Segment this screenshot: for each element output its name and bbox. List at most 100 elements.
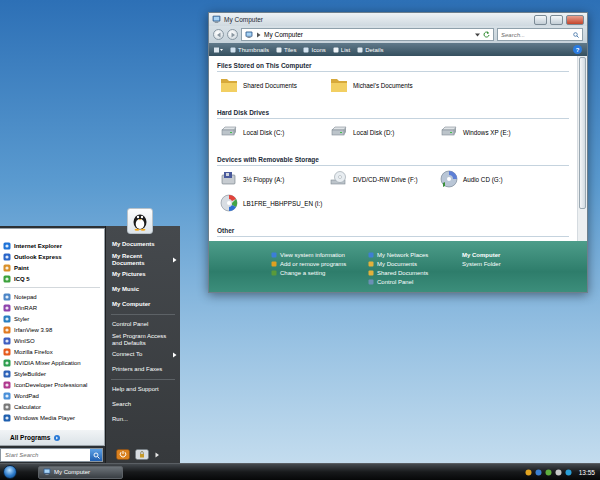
recent-program[interactable]: WinISO xyxy=(0,335,104,346)
task-icon xyxy=(271,270,277,276)
search-placeholder: Search... xyxy=(501,32,573,38)
item-group: Hard Disk DrivesLocal Disk (C:)Local Dis… xyxy=(217,107,569,144)
pinned-program[interactable]: Outlook Express xyxy=(0,251,104,262)
group-header[interactable]: Other xyxy=(217,225,569,237)
start-menu-item[interactable]: Printers and Faxes xyxy=(106,362,180,377)
start-menu-item[interactable]: Connect To xyxy=(106,347,180,362)
start-menu-item[interactable]: My Documents xyxy=(106,237,180,252)
title-bar[interactable]: My Computer xyxy=(209,13,587,26)
close-button[interactable] xyxy=(566,15,584,25)
recent-program[interactable]: IrfanView 3.98 xyxy=(0,324,104,335)
folder-icon xyxy=(329,75,349,95)
file-item[interactable]: Local Disk (C:) xyxy=(217,120,327,144)
back-button[interactable] xyxy=(213,29,224,40)
explorer-window[interactable]: My Computer My Computer Search... Thumbnail… xyxy=(208,12,588,293)
pinned-program[interactable]: Internet Explorer xyxy=(0,240,104,251)
program-icon xyxy=(3,253,11,261)
taskbar-button[interactable]: My Computer xyxy=(38,466,123,479)
view-icon xyxy=(303,47,309,53)
minimize-button[interactable] xyxy=(534,15,547,25)
user-picture[interactable] xyxy=(127,208,153,234)
start-menu-item[interactable]: My Pictures xyxy=(106,267,180,282)
start-menu-item[interactable]: Control Panel xyxy=(106,317,180,332)
start-menu-item[interactable]: Help and Support xyxy=(106,382,180,397)
recent-program[interactable]: Mozilla Firefox xyxy=(0,346,104,357)
refresh-icon[interactable] xyxy=(483,31,490,38)
view-button[interactable]: Icons xyxy=(303,47,325,53)
address-field[interactable]: My Computer xyxy=(241,28,494,41)
dropdown-icon[interactable] xyxy=(475,33,480,37)
place-link[interactable]: Shared Documents xyxy=(368,269,450,276)
recent-program[interactable]: Calculator xyxy=(0,401,104,412)
power-icon[interactable] xyxy=(116,449,130,460)
forward-button[interactable] xyxy=(227,29,238,40)
file-item[interactable]: Michael's Documents xyxy=(327,73,437,97)
task-link[interactable]: Add or remove programs xyxy=(271,260,356,267)
recent-program[interactable]: IconDeveloper Professional xyxy=(0,379,104,390)
tray-icon[interactable] xyxy=(565,469,572,476)
view-icon xyxy=(230,47,236,53)
search-icon[interactable] xyxy=(573,32,579,38)
recent-program[interactable]: Notepad xyxy=(0,291,104,302)
start-search-field[interactable]: Start Search xyxy=(0,448,103,462)
file-item[interactable]: Audio CD (G:) xyxy=(437,167,547,191)
tray-icon[interactable] xyxy=(555,469,562,476)
place-link[interactable]: My Network Places xyxy=(368,251,450,258)
back-arrow-icon xyxy=(216,32,222,38)
help-button[interactable]: ? xyxy=(573,45,582,54)
start-menu-item[interactable]: My Computer xyxy=(106,297,180,312)
start-menu-item[interactable]: Search xyxy=(106,397,180,412)
view-button[interactable]: Thumbnails xyxy=(230,47,269,53)
file-item[interactable]: LB1FRE_HBHPPSU_EN (I:) xyxy=(217,191,327,215)
start-search-button[interactable] xyxy=(90,449,102,461)
view-button[interactable]: List xyxy=(333,47,350,53)
file-item[interactable]: Windows XP (E:) xyxy=(437,120,547,144)
tray-icon[interactable] xyxy=(535,469,542,476)
tray-icon[interactable] xyxy=(525,469,532,476)
recent-program[interactable]: Styler xyxy=(0,313,104,324)
dvd-drive-icon xyxy=(329,169,349,189)
maximize-button[interactable] xyxy=(550,15,563,25)
organize-button[interactable] xyxy=(214,47,223,53)
task-link[interactable]: Change a setting xyxy=(271,269,356,276)
program-icon xyxy=(3,304,11,312)
file-item[interactable]: DVD/CD-RW Drive (F:) xyxy=(327,167,437,191)
start-menu-item[interactable]: My Recent Documents xyxy=(106,252,180,267)
lock-icon[interactable] xyxy=(135,449,149,460)
item-grid: 3½ Floppy (A:)DVD/CD-RW Drive (F:)Audio … xyxy=(217,167,569,215)
start-menu-item[interactable]: Run... xyxy=(106,412,180,427)
start-menu-item[interactable]: My Music xyxy=(106,282,180,297)
recent-program[interactable]: StyleBuilder xyxy=(0,368,104,379)
pinned-program[interactable]: ICQ 5 xyxy=(0,273,104,284)
start-menu-item[interactable]: Set Program Access and Defaults xyxy=(106,332,180,347)
recent-program[interactable]: WinRAR xyxy=(0,302,104,313)
file-item[interactable]: 3½ Floppy (A:) xyxy=(217,167,327,191)
file-item[interactable]: Local Disk (D:) xyxy=(327,120,437,144)
search-field[interactable]: Search... xyxy=(497,28,583,41)
recent-program[interactable]: NVIDIA Mixer Application xyxy=(0,357,104,368)
install-disc-icon xyxy=(219,193,239,213)
group-header[interactable]: Hard Disk Drives xyxy=(217,107,569,119)
group-header[interactable]: Files Stored on This Computer xyxy=(217,60,569,72)
all-programs-button[interactable]: All Programs xyxy=(0,430,104,445)
item-grid: Shared DocumentsMichael's Documents xyxy=(217,73,569,97)
recent-program[interactable]: Windows Media Player xyxy=(0,412,104,423)
clock[interactable]: 13:55 xyxy=(579,469,595,476)
scroll-thumb[interactable] xyxy=(579,57,586,209)
start-button[interactable] xyxy=(3,465,17,479)
recent-program[interactable]: WordPad xyxy=(0,390,104,401)
tray-icon[interactable] xyxy=(545,469,552,476)
organize-icon xyxy=(214,47,223,53)
group-header[interactable]: Devices with Removable Storage xyxy=(217,154,569,166)
view-button[interactable]: Tiles xyxy=(276,47,296,53)
task-link[interactable]: View system information xyxy=(271,251,356,258)
place-link[interactable]: My Documents xyxy=(368,260,450,267)
scrollbar[interactable] xyxy=(577,56,587,241)
view-button[interactable]: Details xyxy=(357,47,383,53)
program-icon xyxy=(3,337,11,345)
pinned-program[interactable]: Paint xyxy=(0,262,104,273)
place-link[interactable]: Control Panel xyxy=(368,278,450,285)
file-item[interactable]: Shared Documents xyxy=(217,73,327,97)
power-options-icon[interactable] xyxy=(154,452,160,458)
drive-icon xyxy=(329,122,349,142)
